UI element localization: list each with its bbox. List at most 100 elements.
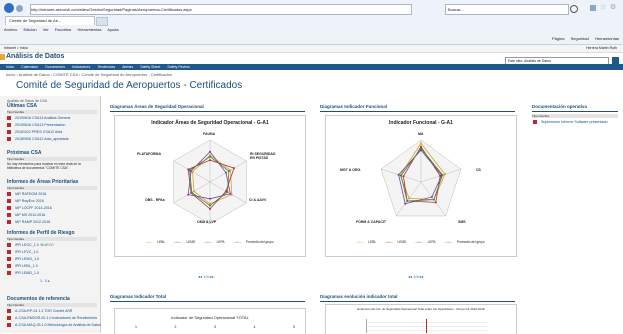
tick-label: 4	[253, 325, 256, 329]
list-item[interactable]: IAP RAMP 2012-2016	[7, 220, 50, 224]
panel-rule	[320, 111, 515, 112]
nav-indicadores[interactable]: Indicadores	[72, 65, 90, 69]
list-item[interactable]: IAP RAFDOM 2016	[7, 192, 46, 196]
doc-label: IAP MS 2012-2016	[15, 213, 46, 217]
radar-point	[233, 167, 236, 170]
radar-point	[225, 171, 228, 174]
legend-label: LEBL	[368, 240, 377, 244]
site-title[interactable]: Análisis de Datos	[6, 53, 64, 60]
risk-pager[interactable]: 1 - 5 ▸	[40, 279, 50, 283]
radar-point	[187, 193, 190, 196]
pdf-icon	[7, 271, 11, 275]
legend-label: Promedio del grupo	[456, 240, 485, 244]
tick-label: 2	[174, 325, 177, 329]
menu-edicion[interactable]: Edición	[23, 27, 36, 32]
top-breadcrumb[interactable]: Intranet > Inicio	[4, 46, 28, 50]
section1-col-header: Tipo Nombre	[7, 110, 97, 114]
legend-item: —•— Promedio del grupo	[233, 240, 274, 244]
list-item[interactable]: IAP LOCFF 2014-2016	[7, 206, 52, 210]
axis-label: MA	[418, 132, 424, 136]
site-search-button[interactable]	[612, 57, 619, 64]
nav-tendencias[interactable]: Tendencias	[97, 65, 115, 69]
user-menu[interactable]: Herrera Martin Ruth	[586, 46, 617, 50]
browser-tab[interactable]: Comité de Seguridad de Ae...	[5, 16, 95, 25]
nav-alertas[interactable]: Alertas	[122, 65, 133, 69]
section5-title: Documentos de referencia	[7, 296, 70, 302]
pdf-icon	[7, 323, 11, 327]
chart-legend: —•— LEBL —•— LEMD —•— LEPA —•— Promedio …	[356, 240, 493, 244]
menu-ayuda[interactable]: Ayuda	[107, 27, 118, 32]
menu-herramientas[interactable]: Herramientas	[77, 27, 101, 32]
pdf-icon	[7, 130, 11, 134]
new-tab-button[interactable]	[96, 17, 108, 26]
breadcrumb[interactable]: Inicio › Análisis de Datos › COMITÉ CSA …	[6, 72, 172, 77]
list-item[interactable]: IPR LEBL_1.0	[7, 264, 38, 268]
search-icon[interactable]	[570, 5, 578, 13]
list-item[interactable]: A-CSA-MAQ-03 1.0 Metodología de Análisis…	[7, 323, 101, 327]
nav-calendario[interactable]: Calendario	[21, 65, 38, 69]
nav-safety-sheet[interactable]: Safety Sheet	[140, 65, 160, 69]
menu-favoritos[interactable]: Favoritos	[55, 27, 71, 32]
radar-point	[404, 202, 407, 205]
cmd-seguridad[interactable]: Seguridad	[571, 36, 589, 41]
site-search-placeholder: Este sitio: Análisis de Datos	[508, 59, 551, 63]
doc-label: IPR LEBL_1.0	[15, 264, 38, 268]
list-item[interactable]: 20190618 CSA13 Análisis General	[7, 116, 70, 120]
list-item[interactable]: IPR LEMD_1.0	[7, 271, 39, 275]
list-item[interactable]: A-CSA-RP-04 1.1 TOR Comité ASR	[7, 309, 72, 313]
list-item[interactable]: A-CSA-RM2OR-02 1.0 Indicadores de Rendim…	[7, 316, 97, 320]
doc-label: IAP LOCFF 2014-2016	[15, 206, 52, 210]
list-item[interactable]: 20181022 PRES CSA12 Acta	[7, 130, 62, 134]
doc-label: 20180906 CSA12 Acta_aprobada	[15, 137, 69, 141]
section4-col-header: Tipo Nombre	[7, 237, 97, 241]
list-item[interactable]: IPR LEVC_1.0	[7, 250, 38, 254]
doc-label: Suplemento Informe Software presentado	[541, 120, 608, 124]
section3-title: Informes de Áreas Prioritarias	[7, 179, 79, 185]
pdf-icon	[7, 264, 11, 268]
left-sidebar: Análisis de Datos de CSA Últimas CSA Tip…	[0, 96, 101, 333]
chart-pager[interactable]: ◂◂ 1/4 ▸▸	[198, 274, 214, 279]
axis-label: CS	[476, 168, 481, 172]
axis-label: OMA & LVP	[197, 220, 217, 224]
back-button[interactable]	[4, 3, 14, 13]
list-item[interactable]: 20190618 CSA13 Presentación	[7, 123, 65, 127]
section1-title: Últimas CSA	[7, 103, 38, 109]
tick-label: 3	[214, 325, 216, 329]
section4-title: Informes de Perfil de Riesgo	[7, 230, 75, 236]
star-icon[interactable]: ☆	[600, 3, 606, 11]
axis-label: OBS - RPAs	[145, 198, 165, 202]
list-item[interactable]: Suplemento Informe Software presentado	[533, 120, 613, 124]
nav-documentos[interactable]: Documentos	[45, 65, 65, 69]
list-item[interactable]: 20180906 CSA12 Acta_aprobada	[7, 137, 69, 141]
browser-search-input[interactable]: Buscar...	[445, 4, 569, 15]
menu-archivo[interactable]: Archivo	[4, 27, 17, 32]
doc-label: IPR LEMD_1.0	[15, 271, 39, 275]
radar-point	[443, 173, 446, 176]
pdf-icon	[7, 220, 11, 224]
section2-col-header: Tipo Nombre	[7, 157, 97, 161]
nav-inicio[interactable]: Inicio	[6, 65, 14, 69]
pdf-icon	[7, 309, 11, 313]
cmd-pagina[interactable]: Página	[552, 36, 564, 41]
address-bar[interactable]: http://intranet.aerocivil.com/sites/Gest…	[30, 4, 412, 15]
doc-label: A-CSA-MAQ-03 1.0 Metodología de Análisis…	[15, 323, 101, 327]
axis-label: FAUNA	[203, 132, 216, 136]
menu-ver[interactable]: Ver	[43, 27, 49, 32]
pdf-icon	[7, 206, 11, 210]
x-axis-ticks: 1 2 3 4 5	[135, 325, 295, 329]
radar-point	[229, 192, 232, 195]
radar-point	[397, 173, 400, 176]
forward-button[interactable]	[16, 5, 23, 12]
home-icon[interactable]	[590, 5, 596, 11]
gear-icon[interactable]: ⚙	[610, 3, 616, 11]
pdf-icon	[7, 137, 11, 141]
chart-pager[interactable]: ◂◂ 1/4 ▸▸	[408, 274, 424, 279]
nav-safety-review[interactable]: Safety Review	[167, 65, 189, 69]
list-item[interactable]: IAP MS 2012-2016	[7, 213, 45, 217]
list-item[interactable]: IPR LEMG_1.0	[7, 257, 39, 261]
cmd-herramientas[interactable]: Herramientas	[595, 36, 619, 41]
chart-title: Evolución del Ind. de Seguridad Operacio…	[357, 307, 485, 311]
section2-title: Próximas CSA	[7, 150, 42, 156]
list-item[interactable]: IAP RwyExc 2016	[7, 199, 44, 203]
list-item[interactable]: IPR LEOC_1.0 !NUEVO	[7, 243, 54, 247]
